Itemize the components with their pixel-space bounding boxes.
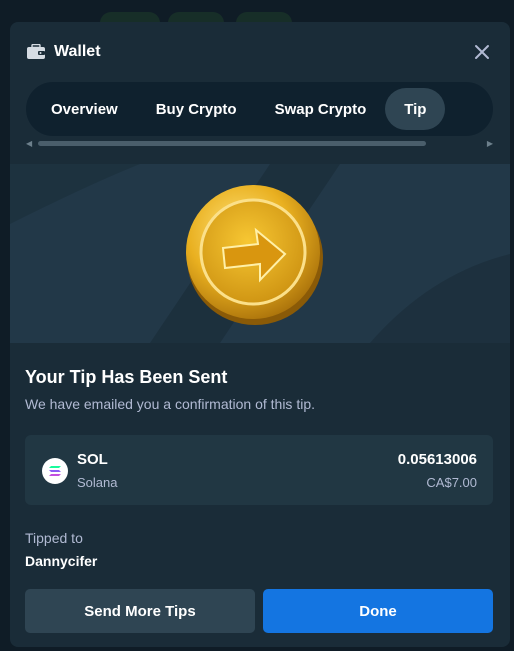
coin-name: Solana xyxy=(77,475,118,490)
wallet-icon xyxy=(26,44,46,60)
hero-banner xyxy=(10,164,510,343)
coin-fiat-value: CA$7.00 xyxy=(426,475,477,490)
tab-tip[interactable]: Tip xyxy=(385,88,446,130)
tab-overview[interactable]: Overview xyxy=(32,88,137,130)
modal-title: Wallet xyxy=(54,43,101,60)
tabs-scrollbar[interactable]: ◀ ▶ xyxy=(26,139,493,148)
tipped-username: Dannycifer xyxy=(25,553,98,569)
wallet-modal: Wallet Overview Buy Crypto Swap Crypto T… xyxy=(10,22,510,647)
send-more-tips-button[interactable]: Send More Tips xyxy=(25,589,255,633)
confirmation-section: Your Tip Has Been Sent We have emailed y… xyxy=(25,367,495,412)
wallet-tabs: Overview Buy Crypto Swap Crypto Tip xyxy=(26,82,493,136)
close-icon xyxy=(475,45,489,59)
coin-summary-card: SOL Solana 0.05613006 CA$7.00 xyxy=(25,435,493,505)
coin-symbol: SOL xyxy=(77,451,108,468)
confirmation-subtitle: We have emailed you a confirmation of th… xyxy=(25,396,316,412)
done-button[interactable]: Done xyxy=(263,589,493,633)
scroll-thumb[interactable] xyxy=(38,141,426,146)
scroll-left-arrow-icon[interactable]: ◀ xyxy=(26,139,32,148)
gold-coin-arrow-icon xyxy=(186,185,323,325)
modal-header: Wallet xyxy=(10,22,510,82)
solana-icon xyxy=(42,458,68,484)
coin-amount: 0.05613006 xyxy=(397,451,477,468)
confirmation-title: Your Tip Has Been Sent xyxy=(25,367,228,387)
tab-swap-crypto[interactable]: Swap Crypto xyxy=(256,88,386,130)
tipped-to-label: Tipped to xyxy=(25,530,83,546)
tab-buy-crypto[interactable]: Buy Crypto xyxy=(137,88,256,130)
close-button[interactable] xyxy=(472,42,492,62)
scroll-right-arrow-icon[interactable]: ▶ xyxy=(487,139,493,148)
